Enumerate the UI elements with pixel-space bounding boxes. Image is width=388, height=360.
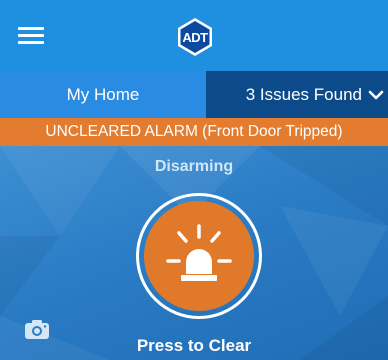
logo-text: ADT xyxy=(182,29,208,45)
tab-my-home-label: My Home xyxy=(66,84,140,104)
tab-bar: My Home 3 Issues Found xyxy=(0,71,388,118)
system-status: Disarming xyxy=(154,158,234,175)
chevron-down-icon xyxy=(368,89,384,101)
siren-icon xyxy=(162,223,236,289)
tab-issues-label: 3 Issues Found xyxy=(245,84,362,104)
alarm-banner-text: UNCLEARED ALARM (Front Door Tripped) xyxy=(45,123,343,140)
adt-logo: ADT xyxy=(175,17,215,57)
main-panel: Disarming Press to Clear xyxy=(0,146,388,360)
tab-issues-found[interactable]: 3 Issues Found xyxy=(206,71,388,118)
clear-alarm-button[interactable] xyxy=(136,193,262,319)
top-bar: ADT xyxy=(0,0,388,71)
hamburger-icon[interactable] xyxy=(18,24,44,46)
alarm-banner[interactable]: UNCLEARED ALARM (Front Door Tripped) xyxy=(0,118,388,146)
app-screen: ADT My Home 3 Issues Found UNCLEARED ALA… xyxy=(0,0,388,360)
press-to-clear-label: Press to Clear xyxy=(136,336,252,355)
tab-my-home[interactable]: My Home xyxy=(0,71,206,118)
clear-alarm-button-fill xyxy=(144,201,254,311)
